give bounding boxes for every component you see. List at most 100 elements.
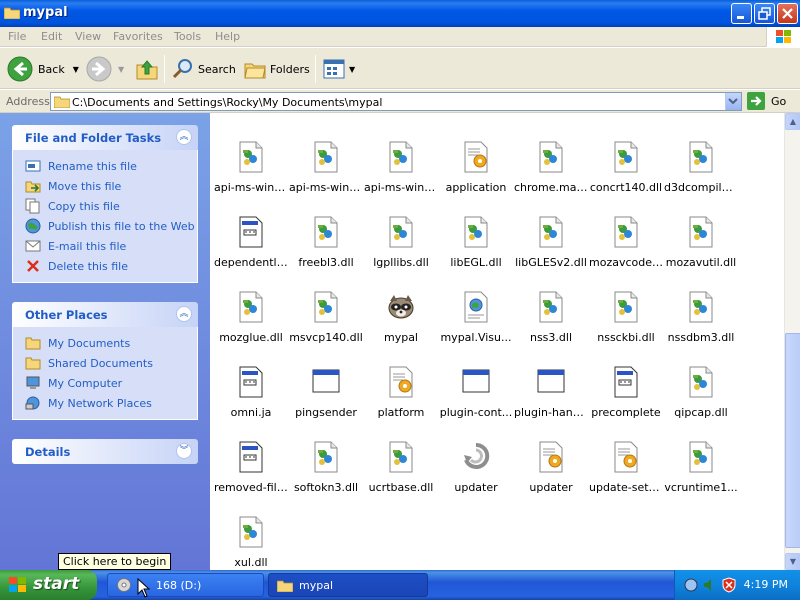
back-dropdown-icon[interactable]: ▼ bbox=[73, 65, 79, 74]
my-network-places-link[interactable]: My Network Places bbox=[25, 393, 197, 413]
forward-button[interactable]: ▼ bbox=[86, 54, 124, 84]
expand-icon[interactable]: ︾ bbox=[176, 443, 192, 459]
file-item[interactable]: mypal.Visu... bbox=[439, 291, 513, 363]
file-item-partial[interactable] bbox=[214, 113, 288, 138]
file-item-partial[interactable] bbox=[514, 113, 588, 138]
speaker-tray-icon[interactable] bbox=[702, 577, 718, 593]
file-item[interactable]: nssckbi.dll bbox=[589, 291, 663, 363]
copy-file-task[interactable]: Copy this file bbox=[25, 196, 197, 216]
file-item[interactable]: update-setti... bbox=[589, 441, 663, 513]
folders-button[interactable]: Folders bbox=[243, 54, 310, 84]
other-places-header[interactable]: Other Places ︽ bbox=[12, 302, 198, 327]
menu-edit[interactable]: Edit bbox=[41, 30, 62, 43]
taskbar-button-drive[interactable]: 168 (D:) bbox=[107, 573, 264, 597]
file-item[interactable]: pingsender bbox=[289, 366, 363, 438]
security-shield-icon[interactable] bbox=[721, 577, 737, 593]
my-computer-link[interactable]: My Computer bbox=[25, 373, 197, 393]
restore-icon bbox=[758, 7, 771, 20]
mouse-cursor-icon bbox=[137, 578, 151, 598]
file-item[interactable]: api-ms-win-... bbox=[214, 141, 288, 213]
file-item[interactable]: mozglue.dll bbox=[214, 291, 288, 363]
taskbar-button-mypal[interactable]: mypal bbox=[268, 573, 428, 597]
file-item[interactable]: removed-files bbox=[214, 441, 288, 513]
file-item-partial[interactable] bbox=[589, 113, 663, 138]
file-item[interactable]: plugin-hang-ui bbox=[514, 366, 588, 438]
file-item[interactable]: mozavcodec... bbox=[589, 216, 663, 288]
rename-file-task[interactable]: Rename this file bbox=[25, 156, 197, 176]
address-input[interactable]: C:\Documents and Settings\Rocky\My Docum… bbox=[50, 92, 742, 111]
collapse-icon[interactable]: ︽ bbox=[176, 129, 192, 145]
views-button[interactable]: ▼ bbox=[322, 54, 355, 84]
file-item[interactable]: application bbox=[439, 141, 513, 213]
up-folder-button[interactable] bbox=[135, 54, 159, 84]
file-item-partial[interactable] bbox=[364, 113, 438, 138]
windows-flag-icon bbox=[776, 30, 791, 43]
menu-tools[interactable]: Tools bbox=[174, 30, 201, 43]
file-item[interactable]: dependentli... bbox=[214, 216, 288, 288]
file-item[interactable]: vcruntime1... bbox=[664, 441, 738, 513]
file-item[interactable]: platform bbox=[364, 366, 438, 438]
file-item[interactable]: freebl3.dll bbox=[289, 216, 363, 288]
file-item[interactable]: updater bbox=[439, 441, 513, 513]
menu-favorites[interactable]: Favorites bbox=[113, 30, 163, 43]
file-folder-tasks-header[interactable]: File and Folder Tasks ︽ bbox=[12, 125, 198, 150]
toolbar-separator bbox=[164, 55, 165, 83]
file-item[interactable]: xul.dll bbox=[214, 516, 288, 570]
file-name: application bbox=[445, 181, 507, 194]
menu-view[interactable]: View bbox=[75, 30, 101, 43]
file-item[interactable]: omni.ja bbox=[214, 366, 288, 438]
file-item[interactable]: concrt140.dll bbox=[589, 141, 663, 213]
file-item[interactable]: api-ms-win-... bbox=[289, 141, 363, 213]
file-item[interactable]: libEGL.dll bbox=[439, 216, 513, 288]
file-name: platform bbox=[377, 406, 425, 419]
scroll-up-button[interactable]: ▲ bbox=[785, 113, 800, 130]
go-button[interactable]: Go bbox=[747, 92, 786, 110]
file-item[interactable]: softokn3.dll bbox=[289, 441, 363, 513]
file-item[interactable]: d3dcompiler... bbox=[664, 141, 738, 213]
file-item[interactable]: chrome.man... bbox=[514, 141, 588, 213]
file-item[interactable]: updater bbox=[514, 441, 588, 513]
file-item[interactable]: precomplete bbox=[589, 366, 663, 438]
my-documents-link[interactable]: My Documents bbox=[25, 333, 197, 353]
file-item-partial[interactable] bbox=[664, 113, 738, 138]
menu-help[interactable]: Help bbox=[215, 30, 240, 43]
delete-file-task[interactable]: Delete this file bbox=[25, 256, 197, 276]
file-item[interactable]: nssdbm3.dll bbox=[664, 291, 738, 363]
file-item[interactable]: lgpllibs.dll bbox=[364, 216, 438, 288]
scroll-thumb[interactable] bbox=[785, 333, 800, 548]
title-bar[interactable]: mypal bbox=[0, 0, 800, 27]
menu-file[interactable]: File bbox=[8, 30, 26, 43]
address-label: Address bbox=[6, 95, 50, 108]
address-dropdown-button[interactable] bbox=[725, 93, 741, 110]
back-button[interactable]: Back ▼ bbox=[7, 54, 79, 84]
file-item[interactable]: msvcp140.dll bbox=[289, 291, 363, 363]
dll-icon bbox=[537, 291, 565, 323]
file-item[interactable]: libGLESv2.dll bbox=[514, 216, 588, 288]
vertical-scrollbar[interactable]: ▲ ▼ bbox=[784, 113, 800, 570]
file-item[interactable]: ucrtbase.dll bbox=[364, 441, 438, 513]
file-list-view[interactable]: api-ms-win-... api-ms-win-... api-ms-win-.… bbox=[210, 113, 784, 570]
file-item[interactable]: plugin-cont... bbox=[439, 366, 513, 438]
details-header[interactable]: Details ︾ bbox=[12, 439, 198, 464]
close-button[interactable] bbox=[777, 3, 798, 24]
file-item[interactable]: api-ms-win-... bbox=[364, 141, 438, 213]
move-file-task[interactable]: Move this file bbox=[25, 176, 197, 196]
minimize-button[interactable] bbox=[731, 3, 752, 24]
email-file-task[interactable]: E-mail this file bbox=[25, 236, 197, 256]
start-button[interactable]: start bbox=[0, 570, 97, 600]
scroll-down-button[interactable]: ▼ bbox=[785, 553, 800, 570]
network-tray-icon[interactable] bbox=[683, 577, 699, 593]
file-item[interactable]: mypal bbox=[364, 291, 438, 363]
collapse-icon[interactable]: ︽ bbox=[176, 306, 192, 322]
file-name: mypal bbox=[383, 331, 418, 344]
file-item[interactable]: nss3.dll bbox=[514, 291, 588, 363]
file-item[interactable]: mozavutil.dll bbox=[664, 216, 738, 288]
publish-file-task[interactable]: Publish this file to the Web bbox=[25, 216, 197, 236]
shared-documents-link[interactable]: Shared Documents bbox=[25, 353, 197, 373]
maximize-button[interactable] bbox=[754, 3, 775, 24]
file-item-partial[interactable] bbox=[439, 113, 513, 138]
folders-label: Folders bbox=[270, 62, 310, 76]
file-item-partial[interactable] bbox=[289, 113, 363, 138]
search-button[interactable]: Search bbox=[171, 54, 236, 84]
file-item[interactable]: qipcap.dll bbox=[664, 366, 738, 438]
